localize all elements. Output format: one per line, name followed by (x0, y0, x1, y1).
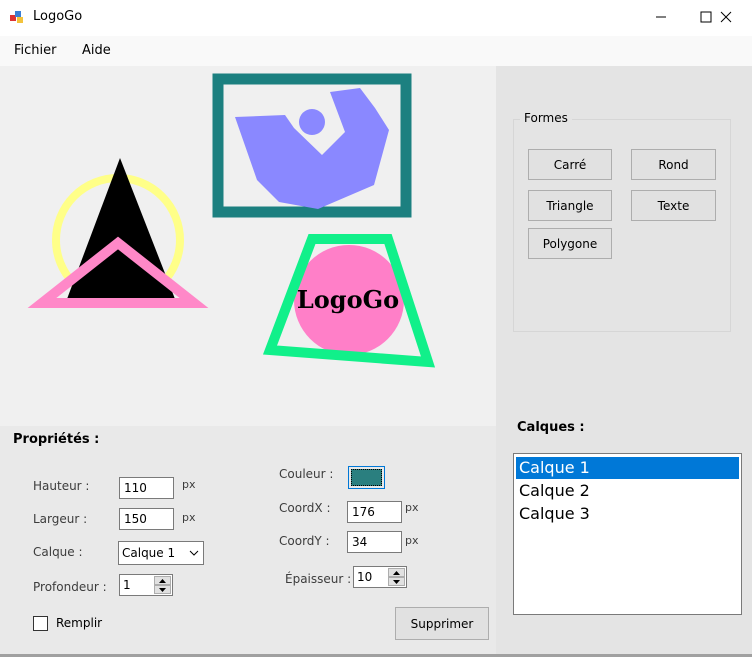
thickness-spin-buttons (388, 568, 405, 586)
arrow-down-icon (393, 579, 400, 584)
coordx-label: CoordX : (279, 501, 331, 515)
purple-circle-shape[interactable] (299, 109, 325, 135)
coordy-label: CoordY : (279, 534, 330, 548)
color-label: Couleur : (279, 467, 334, 481)
arrow-up-icon (393, 570, 400, 575)
coordx-unit: px (405, 501, 419, 514)
properties-panel: Propriétés : Hauteur : 110 px Largeur : … (0, 426, 496, 657)
layer-item[interactable]: Calque 3 (516, 503, 739, 525)
width-unit: px (182, 511, 196, 524)
depth-up-button[interactable] (154, 576, 171, 585)
thickness-label: Épaisseur : (285, 572, 352, 586)
thickness-up-button[interactable] (388, 568, 405, 577)
add-square-button[interactable]: Carré (528, 149, 612, 180)
coordy-unit: px (405, 534, 419, 547)
layer-label: Calque : (33, 545, 83, 559)
menu-bar: Fichier Aide (0, 36, 752, 66)
layers-list[interactable]: Calque 1 Calque 2 Calque 3 (513, 453, 742, 615)
color-swatch (351, 469, 382, 486)
close-icon (720, 11, 732, 23)
canvas-drawing: LogoGo (27, 73, 436, 368)
properties-heading: Propriétés : (13, 432, 100, 447)
fill-checkbox[interactable] (33, 616, 48, 631)
delete-button[interactable]: Supprimer (395, 607, 489, 640)
layer-select-value: Calque 1 (122, 546, 176, 560)
menu-aide[interactable]: Aide (82, 43, 111, 58)
width-label: Largeur : (33, 512, 88, 526)
layer-item[interactable]: Calque 2 (516, 480, 739, 502)
depth-label: Profondeur : (33, 580, 107, 594)
shapes-group-title: Formes (520, 111, 572, 125)
coordx-input[interactable]: 176 (347, 501, 402, 523)
height-unit: px (182, 478, 196, 491)
purple-polygon-shape[interactable] (235, 88, 389, 209)
depth-spin-buttons (154, 576, 171, 594)
height-label: Hauteur : (33, 479, 90, 493)
color-button[interactable] (348, 466, 385, 489)
app-icon (10, 11, 23, 23)
chevron-down-icon (189, 550, 199, 556)
depth-stepper[interactable]: 1 (119, 574, 173, 596)
width-input[interactable]: 150 (119, 508, 174, 530)
thickness-value: 10 (357, 570, 373, 584)
layer-item[interactable]: Calque 1 (516, 457, 739, 479)
add-polygon-button[interactable]: Polygone (528, 228, 612, 259)
add-circle-button[interactable]: Rond (631, 149, 716, 180)
arrow-down-icon (159, 587, 166, 592)
thickness-down-button[interactable] (388, 577, 405, 586)
height-input[interactable]: 110 (119, 477, 174, 499)
depth-down-button[interactable] (154, 585, 171, 594)
coordy-input[interactable]: 34 (347, 531, 402, 553)
menu-fichier[interactable]: Fichier (14, 43, 57, 58)
close-button[interactable] (704, 0, 748, 34)
minimize-icon (656, 16, 666, 18)
thickness-stepper[interactable]: 10 (353, 566, 407, 588)
depth-value: 1 (123, 578, 131, 592)
window-title: LogoGo (33, 9, 83, 24)
fill-label: Remplir (56, 616, 103, 630)
minimize-button[interactable] (639, 0, 683, 34)
add-text-button[interactable]: Texte (631, 190, 716, 221)
logogo-text-shape[interactable]: LogoGo (297, 285, 399, 314)
layer-select[interactable]: Calque 1 (118, 541, 204, 565)
arrow-up-icon (159, 578, 166, 583)
drawing-canvas[interactable]: LogoGo (0, 66, 496, 426)
layers-heading: Calques : (517, 420, 585, 435)
add-triangle-button[interactable]: Triangle (528, 190, 612, 221)
title-bar: LogoGo (0, 0, 752, 36)
